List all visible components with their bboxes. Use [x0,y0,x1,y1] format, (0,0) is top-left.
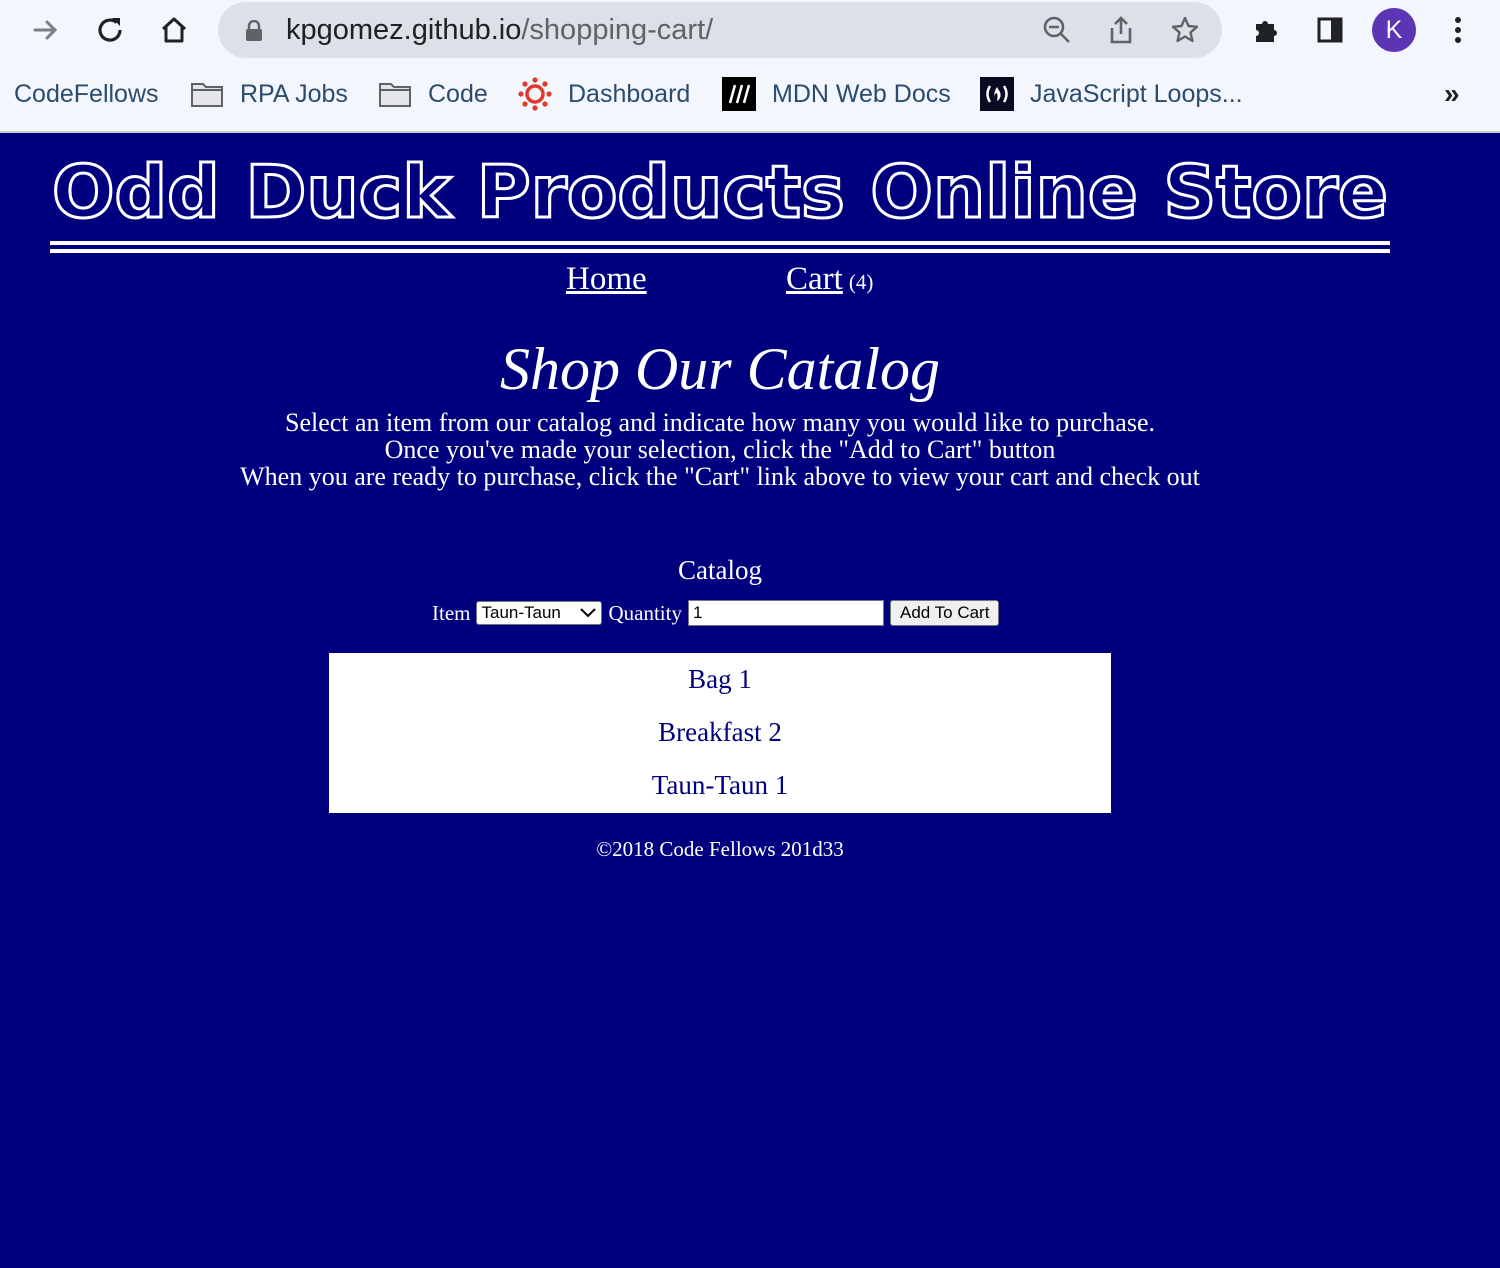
share-icon [1110,16,1132,44]
intro-line: When you are ready to purchase, click th… [240,462,1200,491]
bookmark-label: Dashboard [568,79,691,108]
freecodecamp-icon [980,77,1014,111]
lock-icon [246,20,262,41]
bookmark-label: Code [428,79,488,108]
more-bookmarks-button[interactable]: » [1444,78,1460,110]
folder-icon [190,77,224,111]
side-panel-icon [1317,17,1343,43]
nav-cart-link[interactable]: Cart (4) [786,261,873,298]
share-button[interactable] [1104,13,1138,47]
bookmark-rpa-jobs[interactable]: RPA Jobs [190,70,348,118]
intro-line: Select an item from our catalog and indi… [284,408,1156,437]
bookmark-code[interactable]: Code [378,70,488,118]
url-text: kpgomez.github.io/shopping-cart/ [286,14,714,46]
home-button[interactable] [154,10,194,50]
logo-underline [50,249,1390,253]
cart-count: (4) [848,270,874,294]
intro-text: Select an item from our catalog and indi… [0,409,1440,490]
mdn-icon [722,77,756,111]
item-select-value: Taun-Taun [481,603,561,622]
nav-home-link[interactable]: Home [566,261,647,298]
bookmark-codefellows[interactable]: CodeFellows [14,70,159,118]
item-label: Item [432,600,471,625]
bookmarks-bar: CodeFellows RPA Jobs Code Dashboard MDN … [0,70,1500,118]
home-icon [161,17,187,43]
address-bar[interactable]: kpgomez.github.io/shopping-cart/ [218,2,1222,58]
item-select[interactable]: Taun-Taun [476,601,603,625]
quantity-input[interactable]: 1 [687,600,884,626]
site-logo: Odd Duck Products Online Store [50,153,1390,253]
svg-text:Odd Duck Products Online Store: Odd Duck Products Online Store [52,153,1388,225]
cart-item: Breakfast 2 [658,717,782,747]
kebab-menu-icon [1455,17,1461,43]
cart-contents: Bag 1 Breakfast 2 Taun-Taun 1 [329,653,1111,813]
bookmark-javascript-loops[interactable]: JavaScript Loops... [980,70,1243,118]
page-content: Odd Duck Products Online Store Home Cart… [0,133,1500,1268]
puzzle-icon [1256,21,1277,42]
reload-button[interactable] [90,10,130,50]
footer: ©2018 Code Fellows 201d33 [596,837,844,861]
page-title: Shop Our Catalog [499,336,941,402]
zoom-button[interactable] [1040,13,1074,47]
quantity-label: Quantity [608,600,682,625]
catalog-title: Catalog [678,555,762,585]
folder-icon [378,77,412,111]
nav-cart-label: Cart [786,261,843,297]
logo-wordmark: Odd Duck Products Online Store [51,153,1390,225]
chevron-down-icon [580,608,597,618]
intro-line: Once you've made your selection, click t… [384,435,1056,464]
zoom-out-icon [1043,16,1070,43]
bookmark-label: MDN Web Docs [772,79,951,108]
extensions-button[interactable] [1246,10,1286,50]
cart-item: Bag 1 [688,664,752,694]
reload-icon [98,18,122,42]
star-icon [1171,16,1199,43]
logo-underline [50,241,1390,245]
canvas-icon [518,77,552,111]
catalog-form: Item Taun-Taun Quantity 1 Add To Cart [432,599,1000,627]
forward-arrow-icon [33,20,58,40]
side-panel-button[interactable] [1310,10,1350,50]
profile-avatar[interactable]: K [1372,8,1416,52]
add-to-cart-button[interactable]: Add To Cart [889,600,1000,626]
bookmark-label: RPA Jobs [240,79,348,108]
bookmark-mdn[interactable]: MDN Web Docs [722,70,951,118]
forward-button[interactable] [26,10,66,50]
bookmark-label: JavaScript Loops... [1030,79,1243,108]
bookmark-label: CodeFellows [14,79,159,108]
bookmark-dashboard[interactable]: Dashboard [518,70,690,118]
cart-item: Taun-Taun 1 [651,770,789,800]
browser-menu-button[interactable] [1438,10,1478,50]
browser-toolbar: kpgomez.github.io/shopping-cart/ K CodeF… [0,0,1500,133]
bookmark-star-button[interactable] [1168,13,1202,47]
site-nav: Home Cart (4) [0,261,1440,305]
